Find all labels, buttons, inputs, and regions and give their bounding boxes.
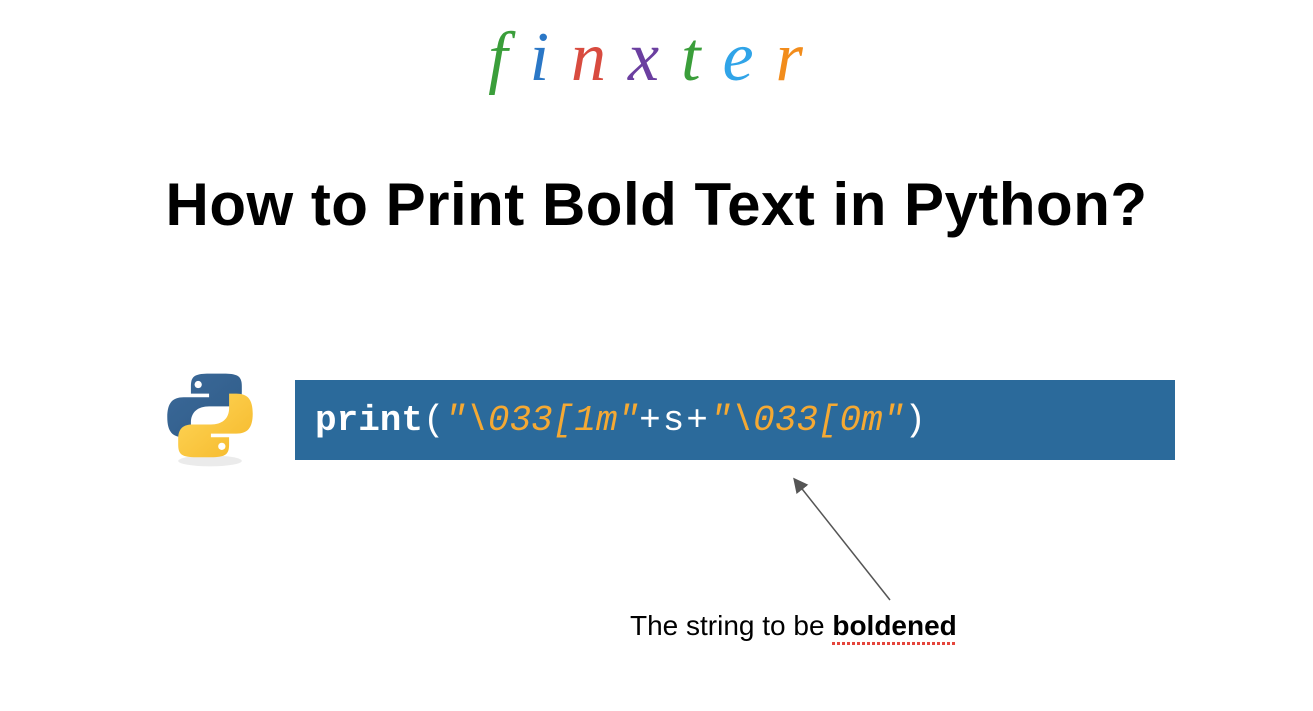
code-paren-close: ) <box>904 400 926 441</box>
logo-letter-f: f <box>488 18 529 98</box>
annotation-arrow-icon <box>780 470 920 610</box>
title-post: Text in Python? <box>677 171 1147 238</box>
title-pre: How to Print <box>166 171 542 238</box>
code-string-2: "\033[0m" <box>710 400 904 441</box>
code-paren-open: ( <box>423 400 445 441</box>
title-bold: Bold <box>542 171 677 238</box>
python-logo-icon <box>160 365 260 475</box>
logo-letter-r: r <box>776 18 825 98</box>
brand-logo: finxter <box>488 18 825 98</box>
code-var-s: s <box>663 400 687 441</box>
annotation-pre: The string to be <box>630 610 832 641</box>
logo-letter-n: n <box>571 18 628 98</box>
logo-letter-i: i <box>530 18 571 98</box>
code-block: print("\033[1m" + s + "\033[0m") <box>295 380 1175 460</box>
logo-letter-t: t <box>681 18 722 98</box>
code-op-1: + <box>639 400 663 441</box>
annotation-text: The string to be boldened <box>630 610 957 642</box>
code-op-2: + <box>686 400 710 441</box>
code-print-kw: print <box>315 400 423 441</box>
annotation-bold: boldened <box>832 610 956 641</box>
page-title: How to Print Bold Text in Python? <box>166 170 1148 239</box>
logo-letter-x: x <box>628 18 681 98</box>
code-string-1: "\033[1m" <box>445 400 639 441</box>
logo-letter-e: e <box>723 18 776 98</box>
